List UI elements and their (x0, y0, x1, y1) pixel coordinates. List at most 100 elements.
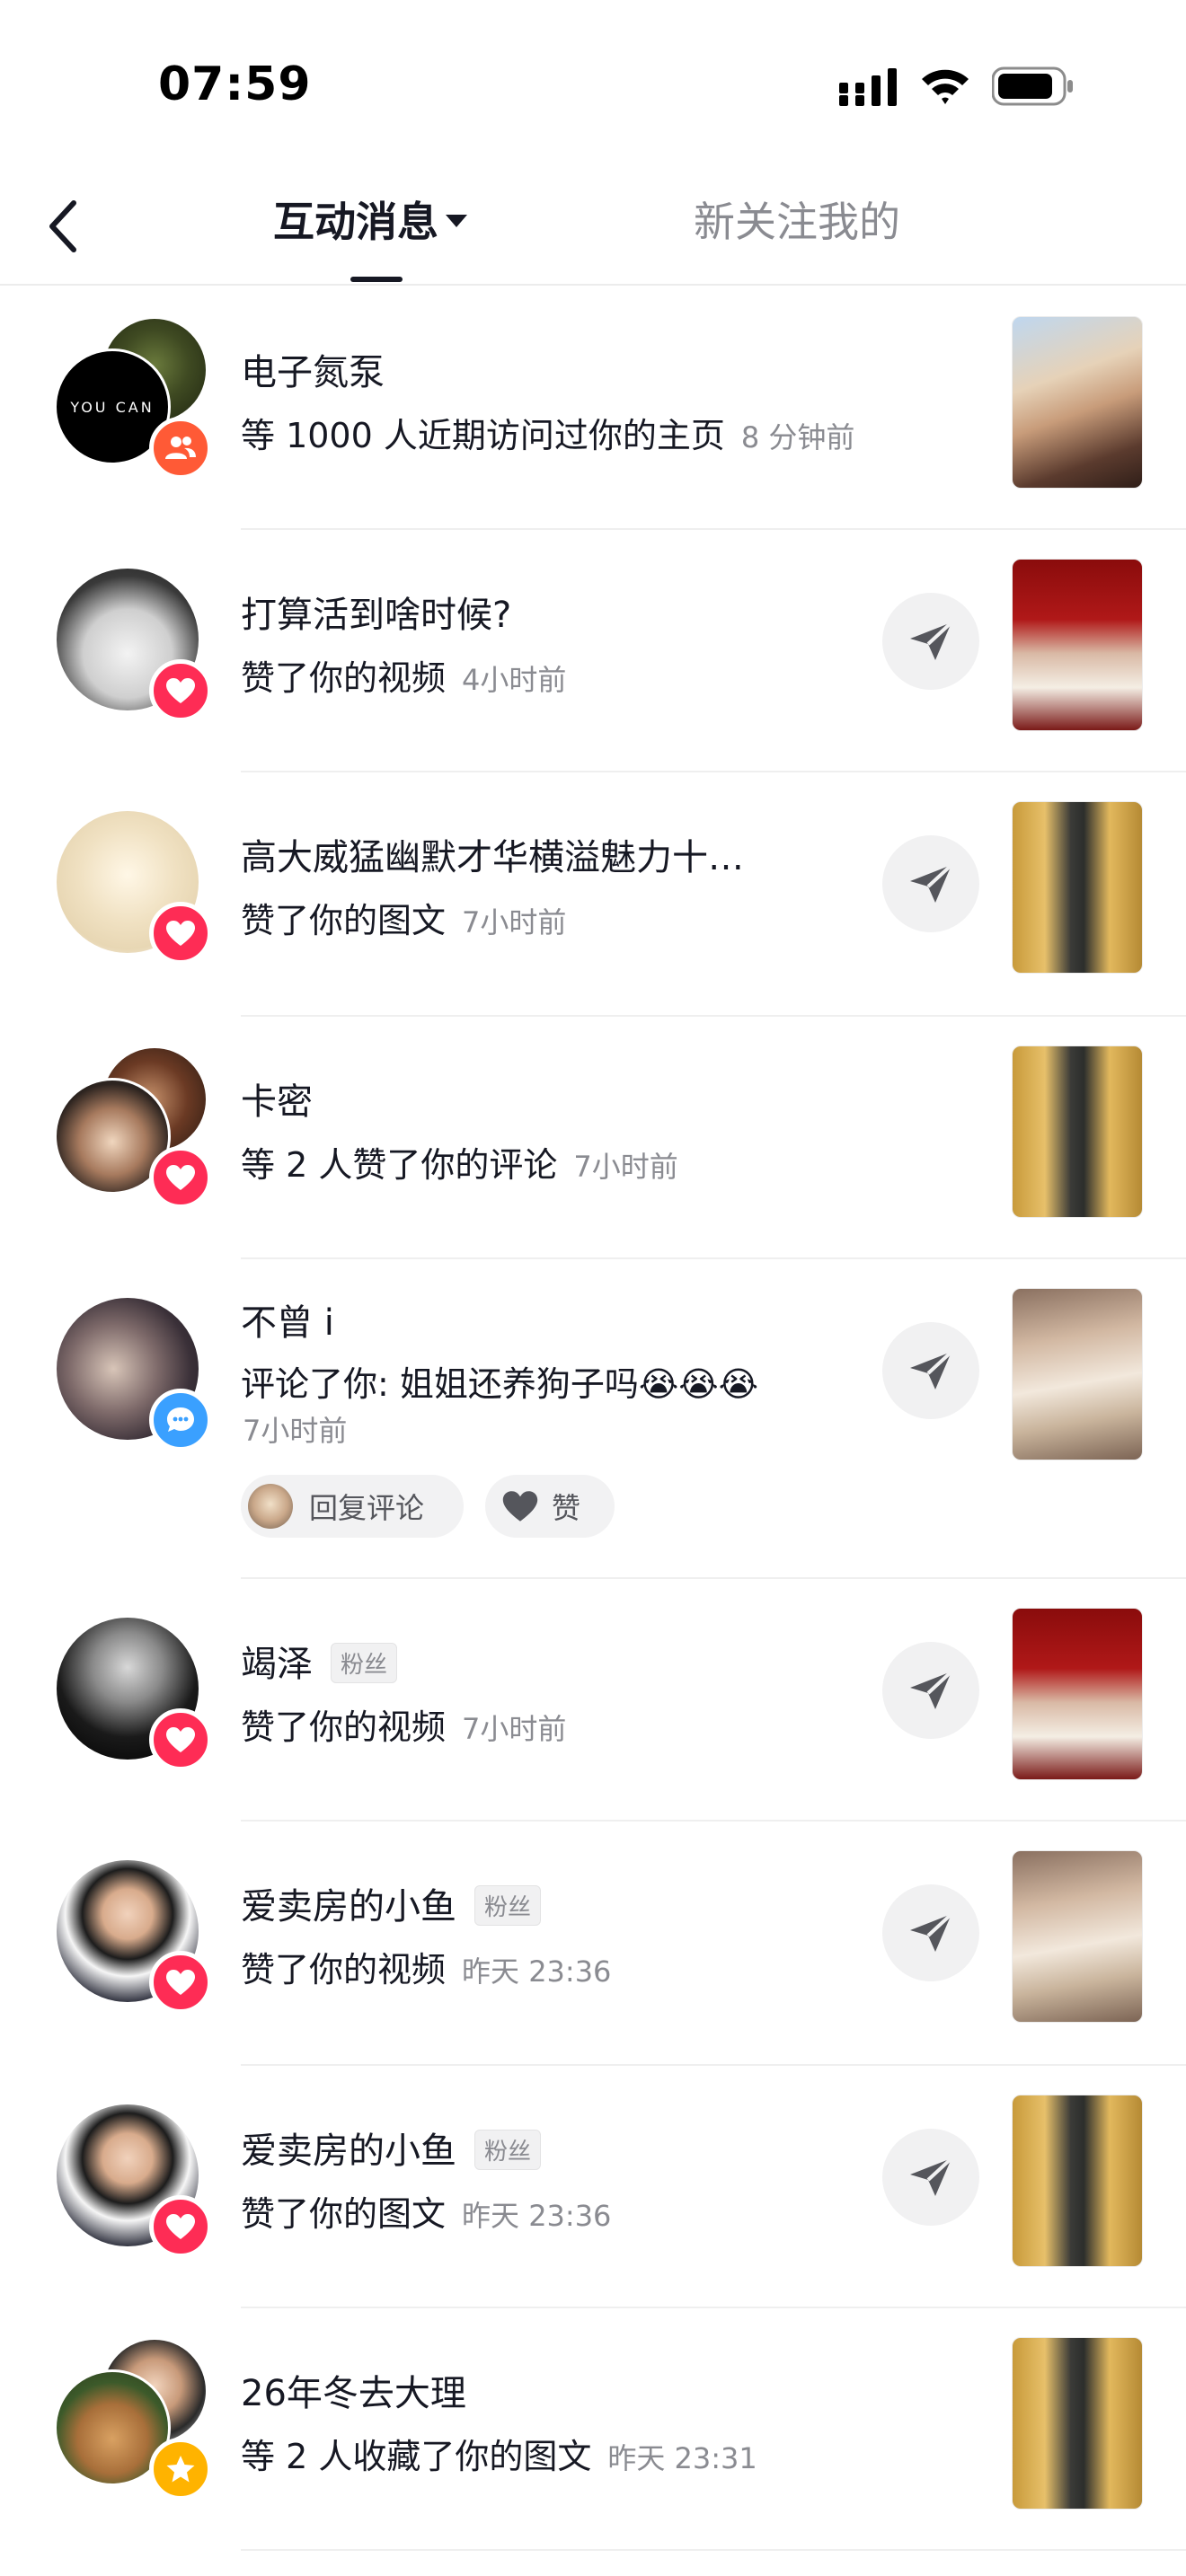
share-button[interactable] (882, 593, 979, 690)
avatar-group (54, 1857, 212, 2014)
battery-icon (992, 66, 1073, 106)
post-thumbnail[interactable] (1012, 1608, 1143, 1780)
notification-item[interactable]: 高大威猛幽默才华横溢魅力十… 赞了你的图文 7小时前 (0, 772, 1186, 1017)
comment-text: 评论了你: 姐姐还养狗子吗😭😭😭 (241, 1364, 759, 1404)
tab-interactions-label: 互动消息 (273, 198, 438, 246)
like-badge (149, 1708, 212, 1771)
timestamp: 昨天 23:31 (607, 2441, 757, 2475)
post-thumbnail[interactable] (1012, 801, 1143, 974)
notification-item[interactable]: 打算活到啥时候? 赞了你的视频 4小时前 (0, 530, 1186, 772)
tab-new-followers[interactable]: 新关注我的 (694, 190, 900, 248)
post-thumbnail[interactable] (1012, 1850, 1143, 2023)
desc-text: 赞了你的图文 (241, 2194, 447, 2234)
like-badge (149, 902, 212, 965)
cellular-signal-icon (839, 68, 897, 106)
like-badge (149, 1951, 212, 2014)
share-button[interactable] (882, 1884, 979, 1981)
like-badge (149, 1146, 212, 1209)
desc-text: 等 2 人收藏了你的图文 (241, 2437, 592, 2476)
user-name-text: 爱卖房的小鱼 (241, 1886, 456, 1928)
notification-desc: 等 2 人收藏了你的图文 昨天 23:31 (241, 2429, 757, 2478)
avatar-group (54, 566, 212, 722)
notification-desc: 等 2 人赞了你的评论 7小时前 (241, 1137, 678, 1187)
comment-badge (149, 1389, 212, 1451)
top-nav: 互动消息 新关注我的 (0, 171, 1186, 286)
dropdown-caret-icon (446, 215, 467, 227)
avatar (248, 1484, 293, 1529)
send-arrow-icon (910, 863, 953, 903)
reply-label: 回复评论 (309, 1491, 425, 1525)
desc-text: 赞了你的图文 (241, 901, 447, 940)
reply-comment-button[interactable]: 回复评论 (241, 1475, 464, 1538)
notification-item[interactable]: YOU CAN 电子氮泵 等 1000 人近期访问过你的主页 8 分钟前 (0, 287, 1186, 530)
profile-visit-badge (149, 417, 212, 480)
timestamp: 7小时前 (243, 1414, 348, 1448)
heart-icon (166, 921, 195, 946)
timestamp: 昨天 23:36 (462, 2199, 612, 2233)
notification-item[interactable]: 爱卖房的小鱼 粉丝 赞了你的图文 昨天 23:36 (0, 2066, 1186, 2308)
notification-item[interactable]: 26年冬去大理 等 2 人收藏了你的图文 昨天 23:31 (0, 2308, 1186, 2551)
avatar-group (54, 1615, 212, 1771)
like-comment-button[interactable]: 赞 (485, 1475, 615, 1538)
heart-icon (166, 1727, 195, 1752)
heart-icon (166, 1165, 195, 1190)
like-label: 赞 (552, 1491, 581, 1525)
fan-tag: 粉丝 (331, 1642, 398, 1683)
user-name[interactable]: 26年冬去大理 (241, 2364, 466, 2416)
avatar-text: YOU CAN (70, 398, 155, 416)
notification-desc: 赞了你的视频 4小时前 (241, 650, 566, 700)
share-button[interactable] (882, 1322, 979, 1419)
status-time: 07:59 (158, 57, 312, 111)
avatar-group (54, 1295, 212, 1451)
notification-desc: 赞了你的视频 7小时前 (241, 1699, 566, 1749)
send-arrow-icon (910, 2157, 953, 2196)
user-name[interactable]: 竭泽 粉丝 (241, 1635, 398, 1687)
tab-interactions[interactable]: 互动消息 (273, 190, 467, 248)
desc-text: 等 2 人赞了你的评论 (241, 1145, 558, 1185)
user-name[interactable]: 爱卖房的小鱼 粉丝 (241, 1877, 542, 1929)
active-tab-indicator (350, 277, 403, 282)
timestamp: 7小时前 (462, 905, 567, 940)
like-badge (149, 2195, 212, 2258)
post-thumbnail[interactable] (1012, 2095, 1143, 2267)
post-thumbnail[interactable] (1012, 316, 1143, 489)
user-name[interactable]: 电子氮泵 (241, 343, 385, 395)
avatar-group (54, 1045, 212, 1209)
post-thumbnail[interactable] (1012, 2337, 1143, 2510)
notification-item[interactable]: 竭泽 粉丝 赞了你的视频 7小时前 (0, 1579, 1186, 1822)
fan-tag: 粉丝 (474, 2129, 542, 2170)
desc-text: 赞了你的视频 (241, 1950, 447, 1989)
user-name[interactable]: 不曾 i (241, 1293, 334, 1345)
share-button[interactable] (882, 2129, 979, 2226)
desc-text: 等 1000 人近期访问过你的主页 (241, 416, 725, 455)
like-badge (149, 659, 212, 722)
notification-item[interactable]: 爱卖房的小鱼 粉丝 赞了你的视频 昨天 23:36 (0, 1822, 1186, 2066)
user-name[interactable]: 打算活到啥时候? (241, 586, 511, 638)
avatar-group: YOU CAN (54, 316, 212, 480)
post-thumbnail[interactable] (1012, 1045, 1143, 1218)
notification-desc: 等 1000 人近期访问过你的主页 8 分钟前 (241, 408, 854, 457)
share-button[interactable] (882, 835, 979, 932)
share-button[interactable] (882, 1642, 979, 1739)
divider (241, 2549, 1186, 2551)
heart-icon (166, 2214, 195, 2239)
back-arrow-icon[interactable] (43, 198, 83, 255)
send-arrow-icon (910, 621, 953, 660)
fan-tag: 粉丝 (474, 1884, 542, 1926)
favorite-badge (149, 2438, 212, 2501)
chat-bubble-icon (167, 1407, 194, 1432)
avatar-group (54, 808, 212, 965)
status-bar: 07:59 (0, 0, 1186, 171)
user-name[interactable]: 爱卖房的小鱼 粉丝 (241, 2122, 542, 2174)
user-name[interactable]: 高大威猛幽默才华横溢魅力十… (241, 828, 744, 880)
avatar-group (54, 2337, 212, 2501)
notification-item[interactable]: 卡密 等 2 人赞了你的评论 7小时前 (0, 1017, 1186, 1259)
notification-desc: 赞了你的视频 昨天 23:36 (241, 1942, 611, 1991)
notification-item[interactable]: 不曾 i 评论了你: 姐姐还养狗子吗😭😭😭 7小时前 回复评论 赞 (0, 1259, 1186, 1579)
wifi-icon (922, 69, 969, 104)
post-thumbnail[interactable] (1012, 1288, 1143, 1460)
post-thumbnail[interactable] (1012, 559, 1143, 731)
notification-desc: 赞了你的图文 7小时前 (241, 893, 566, 942)
user-name[interactable]: 卡密 (241, 1072, 313, 1125)
send-arrow-icon (910, 1912, 953, 1952)
